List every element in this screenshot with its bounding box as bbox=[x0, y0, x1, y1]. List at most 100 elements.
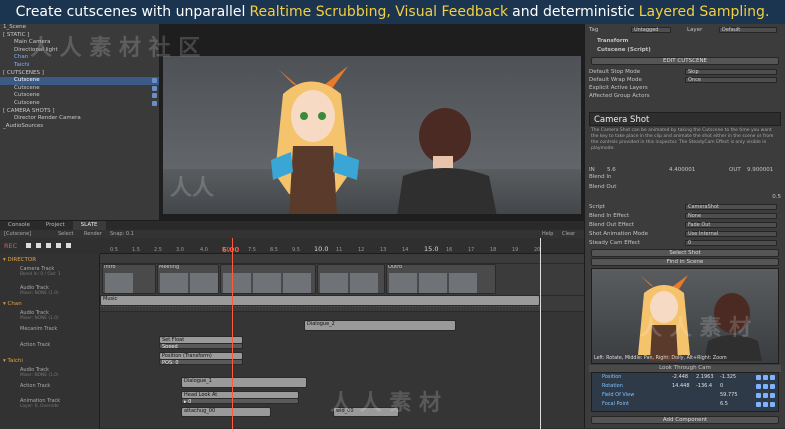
toolbar-item[interactable]: Snap: 0.1 bbox=[110, 230, 134, 238]
key-icon[interactable] bbox=[756, 402, 761, 407]
gear-icon[interactable] bbox=[770, 375, 775, 380]
edit-cutscene-button[interactable]: EDIT CUTSCENE bbox=[591, 57, 779, 65]
hierarchy-item[interactable]: [ CAMERA SHOTS ] bbox=[0, 108, 159, 116]
key-icon[interactable] bbox=[756, 393, 761, 398]
blend-out-value[interactable]: 0.5 bbox=[589, 194, 781, 201]
tab-slate[interactable]: SLATE bbox=[72, 221, 106, 230]
track-header[interactable]: Audio Track Mixer: NONE (1.0) bbox=[0, 310, 100, 321]
tab-console[interactable]: Console bbox=[0, 221, 38, 230]
hierarchy-item[interactable]: Taichi bbox=[0, 62, 159, 70]
rewind-icon[interactable] bbox=[26, 243, 31, 248]
action-clip[interactable]: POS: 0 bbox=[159, 359, 243, 365]
hierarchy-item[interactable]: _AudioSources bbox=[0, 123, 159, 131]
out-value-field[interactable]: 9.900001 bbox=[747, 167, 773, 174]
shot-label: Meeting bbox=[159, 264, 180, 270]
track-header[interactable]: Mecanim Track bbox=[0, 326, 100, 332]
camera-field-value[interactable]: -1.325 bbox=[720, 373, 736, 382]
length-value-field[interactable]: 4.400001 bbox=[669, 167, 695, 174]
reset-icon[interactable] bbox=[763, 393, 768, 398]
stop-icon[interactable] bbox=[56, 243, 61, 248]
blend-in-label: Blend In bbox=[589, 174, 612, 180]
tag-row: Tag Untagged Layer Default bbox=[589, 27, 781, 34]
playhead[interactable] bbox=[232, 238, 233, 429]
visibility-icon[interactable] bbox=[152, 85, 157, 91]
action-clip[interactable]: attachug_00 bbox=[181, 407, 271, 417]
camera-shot-clip[interactable]: Intro bbox=[102, 264, 156, 294]
toolbar-item[interactable]: Render bbox=[84, 230, 102, 238]
property-field[interactable]: Fade Out bbox=[685, 222, 777, 228]
visibility-icon[interactable] bbox=[152, 78, 157, 84]
camera-field-value[interactable]: -2.448 bbox=[672, 373, 688, 382]
toolbar-item[interactable]: Clear bbox=[562, 230, 575, 238]
track-header[interactable]: Audio Track Mixer: NONE (1.0) bbox=[0, 367, 100, 378]
hierarchy-item[interactable]: Cutscene bbox=[0, 92, 159, 100]
camera-field-value[interactable]: 0 bbox=[720, 382, 723, 391]
camera-field-value[interactable]: 59.775 bbox=[720, 391, 738, 400]
tag-dropdown[interactable]: Untagged bbox=[631, 27, 671, 33]
camera-field-value[interactable]: -136.4 bbox=[696, 382, 712, 391]
property-dropdown[interactable]: Skip bbox=[685, 69, 777, 75]
action-clip[interactable]: Music bbox=[100, 295, 540, 306]
action-clip[interactable]: ▸ 0 bbox=[181, 398, 299, 404]
add-component-button[interactable]: Add Component bbox=[591, 416, 779, 424]
find-in-scene-button[interactable]: Find in Scene bbox=[591, 258, 779, 266]
transform-header[interactable]: Transform bbox=[589, 38, 781, 45]
tab-project[interactable]: Project bbox=[38, 221, 73, 230]
track-header[interactable]: Audio Track Mixer: NONE (1.0) bbox=[0, 285, 100, 296]
track-header[interactable]: ▾ DIRECTOR bbox=[0, 257, 100, 263]
gear-icon[interactable] bbox=[770, 402, 775, 407]
record-button[interactable]: REC bbox=[4, 242, 17, 250]
property-dropdown[interactable]: Once bbox=[685, 77, 777, 83]
camera-shot-clip[interactable]: Meeting bbox=[157, 264, 219, 294]
select-shot-button[interactable]: Select Shot bbox=[591, 249, 779, 257]
track-header[interactable]: Camera Track Blend In: 0 / Out: 1 bbox=[0, 266, 100, 277]
reset-icon[interactable] bbox=[763, 375, 768, 380]
track-header[interactable]: Action Track bbox=[0, 342, 100, 348]
action-clip[interactable]: Dialogue_2 bbox=[304, 320, 456, 331]
reset-icon[interactable] bbox=[763, 402, 768, 407]
property-field[interactable]: 0 bbox=[685, 240, 777, 246]
camera-field-value[interactable]: 6.5 bbox=[720, 400, 728, 409]
track-header[interactable]: Action Track bbox=[0, 383, 100, 389]
cutscene-end-marker[interactable] bbox=[540, 238, 541, 429]
track-header[interactable]: ▾ Chan bbox=[0, 301, 100, 307]
reset-icon[interactable] bbox=[763, 384, 768, 389]
camera-shot-header: Camera Shot bbox=[589, 112, 781, 126]
cutscene-script-header[interactable]: Cutscene (Script) bbox=[589, 47, 781, 54]
property-field[interactable]: CameraShot bbox=[685, 204, 777, 210]
camera-field-value[interactable]: 14.448 bbox=[672, 382, 690, 391]
gear-icon[interactable] bbox=[770, 384, 775, 389]
step-back-icon[interactable] bbox=[36, 243, 41, 248]
track-header[interactable]: Animation Track Layer: 0, Override bbox=[0, 398, 100, 409]
look-through-cam-button[interactable]: Look Through Cam bbox=[589, 365, 781, 372]
step-forward-icon[interactable] bbox=[66, 243, 71, 248]
time-ruler[interactable]: 0.5 1.5 2.5 3.0 4.0 5.0 7.5 8.5 9.5 10.0 11 12 13 14 1… bbox=[100, 238, 584, 254]
track-header[interactable]: ▾ Taichi bbox=[0, 358, 100, 364]
visibility-icon[interactable] bbox=[152, 93, 157, 99]
in-value-field[interactable]: 5.6 bbox=[607, 167, 616, 174]
property-field[interactable]: Use Internal bbox=[685, 231, 777, 237]
track-name: Mecanim Track bbox=[20, 326, 58, 332]
action-clip[interactable]: Speed bbox=[159, 343, 243, 349]
hierarchy-item[interactable]: [ CUTSCENES ] bbox=[0, 70, 159, 78]
action-clip[interactable]: Dialogue_1 bbox=[181, 377, 307, 388]
property-field[interactable]: None bbox=[685, 213, 777, 219]
toolbar-item[interactable]: [Cutscene] bbox=[4, 230, 31, 238]
camera-field-value[interactable]: 2.1963 bbox=[696, 373, 714, 382]
camera-shot-clip[interactable] bbox=[220, 264, 316, 294]
visibility-icon[interactable] bbox=[152, 100, 157, 106]
hierarchy-item[interactable]: Director Render Camera bbox=[0, 115, 159, 123]
hierarchy-item[interactable]: Cutscene bbox=[0, 85, 159, 93]
camera-shot-clip[interactable] bbox=[317, 264, 385, 294]
gear-icon[interactable] bbox=[770, 393, 775, 398]
play-icon[interactable] bbox=[46, 243, 51, 248]
hierarchy-item[interactable]: Cutscene bbox=[0, 77, 159, 85]
camera-shot-clip[interactable]: Outro bbox=[386, 264, 496, 294]
toolbar-item[interactable]: Select bbox=[58, 230, 73, 238]
hierarchy-item[interactable]: Cutscene bbox=[0, 100, 159, 108]
ruler-tick: 17 bbox=[468, 247, 475, 253]
layer-dropdown[interactable]: Default bbox=[719, 27, 777, 33]
key-icon[interactable] bbox=[756, 384, 761, 389]
key-icon[interactable] bbox=[756, 375, 761, 380]
toolbar-item[interactable]: Help bbox=[542, 230, 553, 238]
